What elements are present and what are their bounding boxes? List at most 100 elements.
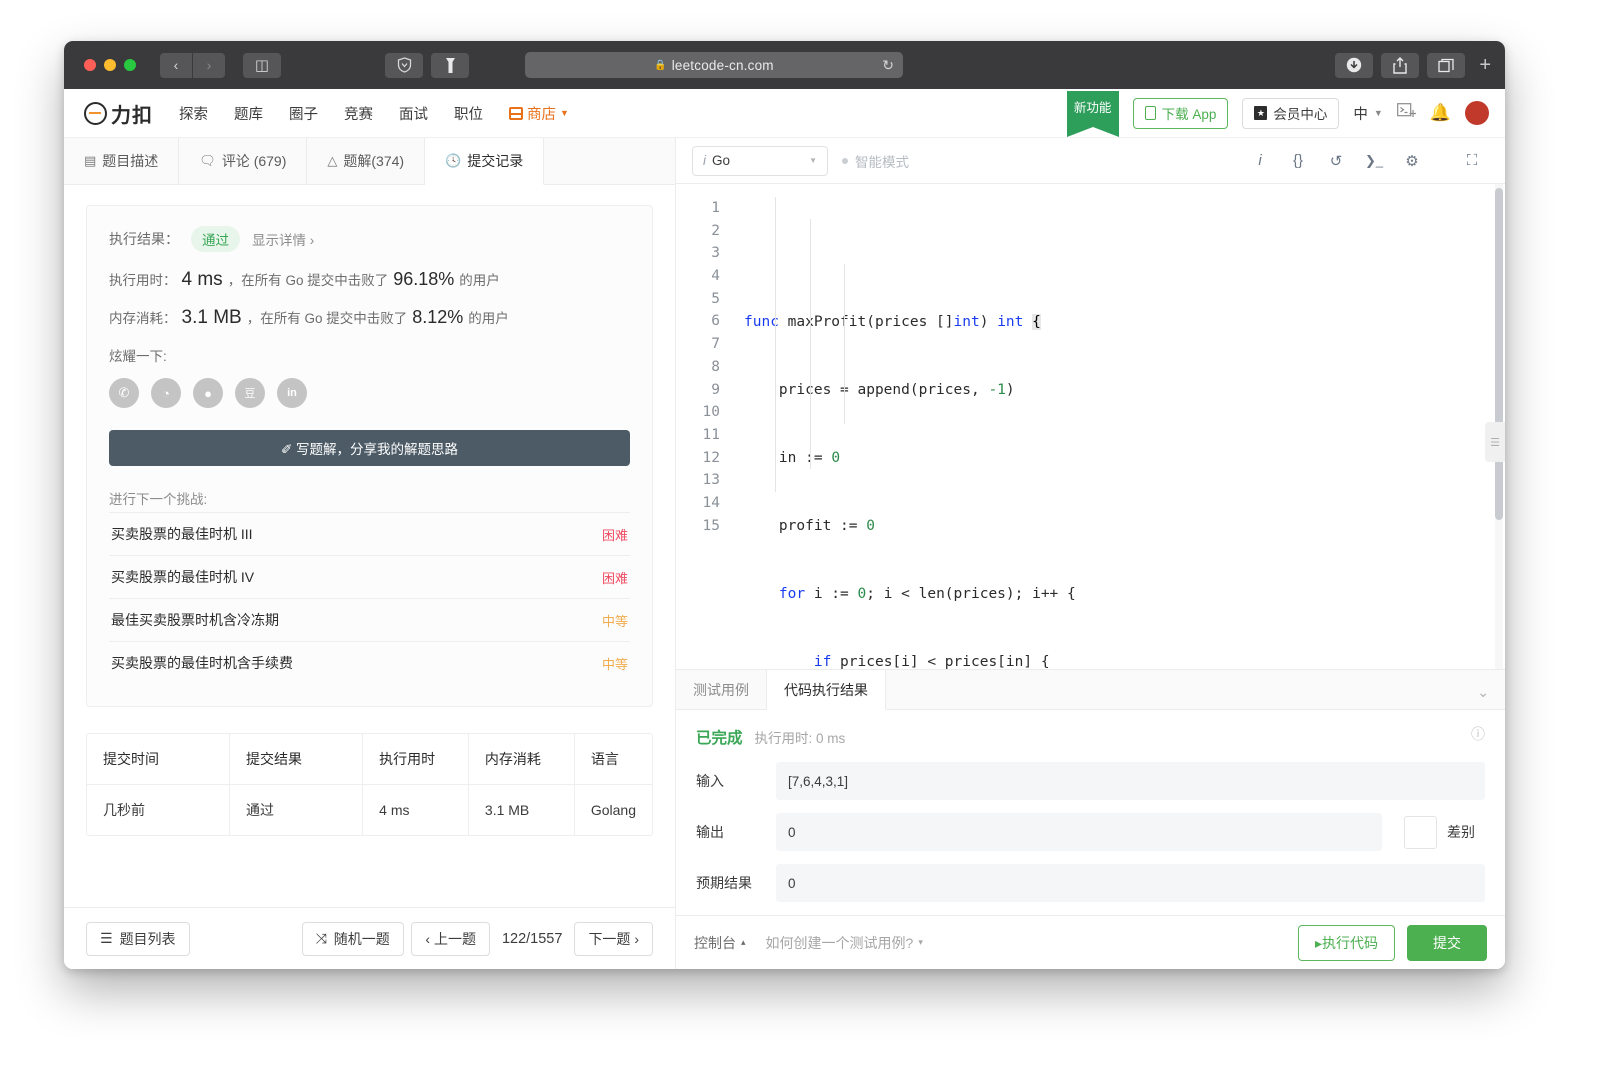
code-lines[interactable]: func maxProfit(prices []int) int { price… [732,184,1505,669]
new-tab-button[interactable]: + [1479,54,1491,77]
wechat-icon[interactable]: ✆ [109,378,139,408]
submit-button[interactable]: 提交 [1407,924,1487,961]
show-tabs-button[interactable] [1427,52,1466,78]
format-braces-icon[interactable]: {} [1279,146,1317,176]
qq-icon[interactable]: ● [193,378,223,408]
bell-icon[interactable]: 🔔 [1430,103,1451,123]
next-problem-button[interactable]: 下一题 › [574,921,653,956]
input-value[interactable]: [7,6,4,3,1] [776,762,1485,801]
tab-testcase[interactable]: 测试用例 [676,670,767,710]
random-problem-button[interactable]: ⤨ 随机一题 [301,921,404,956]
nav-shop[interactable]: 商店 ▼ [509,103,569,124]
avatar[interactable] [1465,101,1489,125]
list-icon: ☰ [100,930,113,946]
table-header-row: 提交时间 提交结果 执行用时 内存消耗 语言 [87,734,652,785]
wechat-glyph: ✆ [118,385,130,400]
nav-community[interactable]: 圈子 [289,103,318,124]
next-challenge-label: 进行下一个挑战: [109,492,208,507]
shop-icon [509,106,523,120]
settings-glyph: ⚙ [1405,152,1419,170]
challenge-title: 最佳买卖股票时机含冷冻期 [111,612,279,628]
tab-comments[interactable]: 🗨 评论 (679) [179,138,308,184]
diff-toggle[interactable]: 差别 [1404,815,1485,849]
input-row: 输入 [7,6,4,3,1] [696,762,1485,801]
forward-button[interactable]: › [193,52,225,78]
nav-jobs[interactable]: 职位 [454,103,483,124]
console-toggle-link[interactable]: 控制台 ▴ [694,933,746,953]
linkedin-icon[interactable]: in [277,378,307,408]
cell-result[interactable]: 通过 [229,784,364,835]
tab-submissions[interactable]: 🕓 提交记录 [425,138,545,185]
smart-mode-toggle[interactable]: 智能模式 [842,151,909,171]
minimize-window-button[interactable] [104,59,116,71]
console-icon[interactable]: ❯_ [1355,146,1393,176]
problem-counter: 122/1557 [501,930,563,947]
shuffle-icon: ⤨ [315,930,327,946]
right-pane: i Go ▼ 智能模式 i {} ↺ ❯_ ⚙ ⛶ ☰ 1 2 3 4 5 6 … [676,138,1505,969]
input-label: 输入 [696,773,724,790]
downloads-button[interactable] [1335,52,1374,78]
browser-titlebar: ‹ › ◫ 🔒 leetcode-cn.com ↻ + [64,41,1505,89]
nav-interview[interactable]: 面试 [399,103,428,124]
howto-testcase-label: 如何创建一个测试用例? [765,934,914,951]
nav-explore[interactable]: 探索 [179,103,208,124]
fullscreen-icon[interactable]: ⛶ [1453,146,1491,176]
douban-icon[interactable]: 豆 [235,378,265,408]
close-window-button[interactable] [84,59,96,71]
problem-list-button[interactable]: ☰ 题目列表 [86,921,190,956]
tab-description[interactable]: ▤ 题目描述 [64,138,180,184]
vip-center-button[interactable]: ★ 会员中心 [1242,97,1340,129]
clock-icon: 🕓 [445,153,462,168]
show-detail-link[interactable]: 显示详情 › [252,229,314,249]
address-bar[interactable]: 🔒 leetcode-cn.com ↻ [525,52,903,78]
shield-extension-button[interactable] [385,52,423,78]
leetcode-logo[interactable]: 力扣 [84,99,153,128]
back-icon: ‹ [173,57,179,73]
new-feature-ribbon: 新功能 [1066,91,1119,137]
reload-icon[interactable]: ↻ [882,57,894,74]
write-solution-button[interactable]: ✐ 写题解，分享我的解题思路 [109,430,630,466]
challenge-row[interactable]: 最佳买卖股票时机含冷冻期 中等 [109,598,630,641]
console-panel: 测试用例 代码执行结果 ⌄ ⓘ 已完成 执行用时: 0 ms 输入 [7,6,4… [676,669,1505,969]
nav-contest[interactable]: 竞赛 [344,103,373,124]
col-time: 提交时间 [87,734,230,785]
tab-result[interactable]: 代码执行结果 [767,670,886,711]
sidebar-toggle-button[interactable]: ◫ [243,52,281,78]
share-button[interactable] [1381,52,1420,78]
code-line-3: in := 0 [744,449,841,466]
challenge-difficulty: 困难 [601,570,628,586]
expected-value: 0 [776,864,1485,903]
run-code-button[interactable]: ▸执行代码 [1297,924,1395,961]
challenge-row[interactable]: 买卖股票的最佳时机 IV 困难 [109,555,630,598]
weibo-icon[interactable]: ◔ [151,378,181,408]
chevron-down-icon[interactable]: ⌄ [1477,684,1489,701]
reset-glyph: ↺ [1329,152,1343,170]
diff-checkbox[interactable] [1404,815,1437,849]
flashlight-extension-button[interactable] [431,52,469,78]
back-button[interactable]: ‹ [160,52,192,78]
lock-icon: 🔒 [654,59,667,71]
help-icon[interactable]: ⓘ [1471,724,1485,744]
download-app-button[interactable]: 下载 App [1132,97,1229,129]
nav-problems[interactable]: 题库 [234,103,263,124]
memory-value: 3.1 MB [181,307,242,328]
code-line-4: profit := 0 [744,517,875,534]
code-editor[interactable]: ☰ 1234 5678 9 10 11 12 13 14 15 func max… [676,184,1505,669]
chevron-down-icon: ▼ [809,156,817,165]
language-switcher[interactable]: 中 ▼ [1353,103,1382,124]
maximize-window-button[interactable] [124,59,136,71]
howto-testcase-link[interactable]: 如何创建一个测试用例? ▾ [766,933,923,953]
download-icon [1347,57,1362,73]
challenge-row[interactable]: 买卖股票的最佳时机 III 困难 [109,512,630,555]
language-select[interactable]: i Go ▼ [692,145,828,176]
settings-icon[interactable]: ⚙ [1393,146,1431,176]
runtime-value: 4 ms [181,269,223,290]
reset-icon[interactable]: ↺ [1317,146,1355,176]
terminal-plus-icon[interactable] [1396,102,1416,124]
language-label: 中 [1353,106,1368,123]
prev-problem-button[interactable]: ‹ 上一题 [411,921,490,956]
challenge-row[interactable]: 买卖股票的最佳时机含手续费 中等 [109,641,630,684]
tab-solutions[interactable]: △ 题解(374) [307,138,426,184]
cell-runtime: 4 ms [362,784,469,835]
info-icon[interactable]: i [1241,146,1279,176]
